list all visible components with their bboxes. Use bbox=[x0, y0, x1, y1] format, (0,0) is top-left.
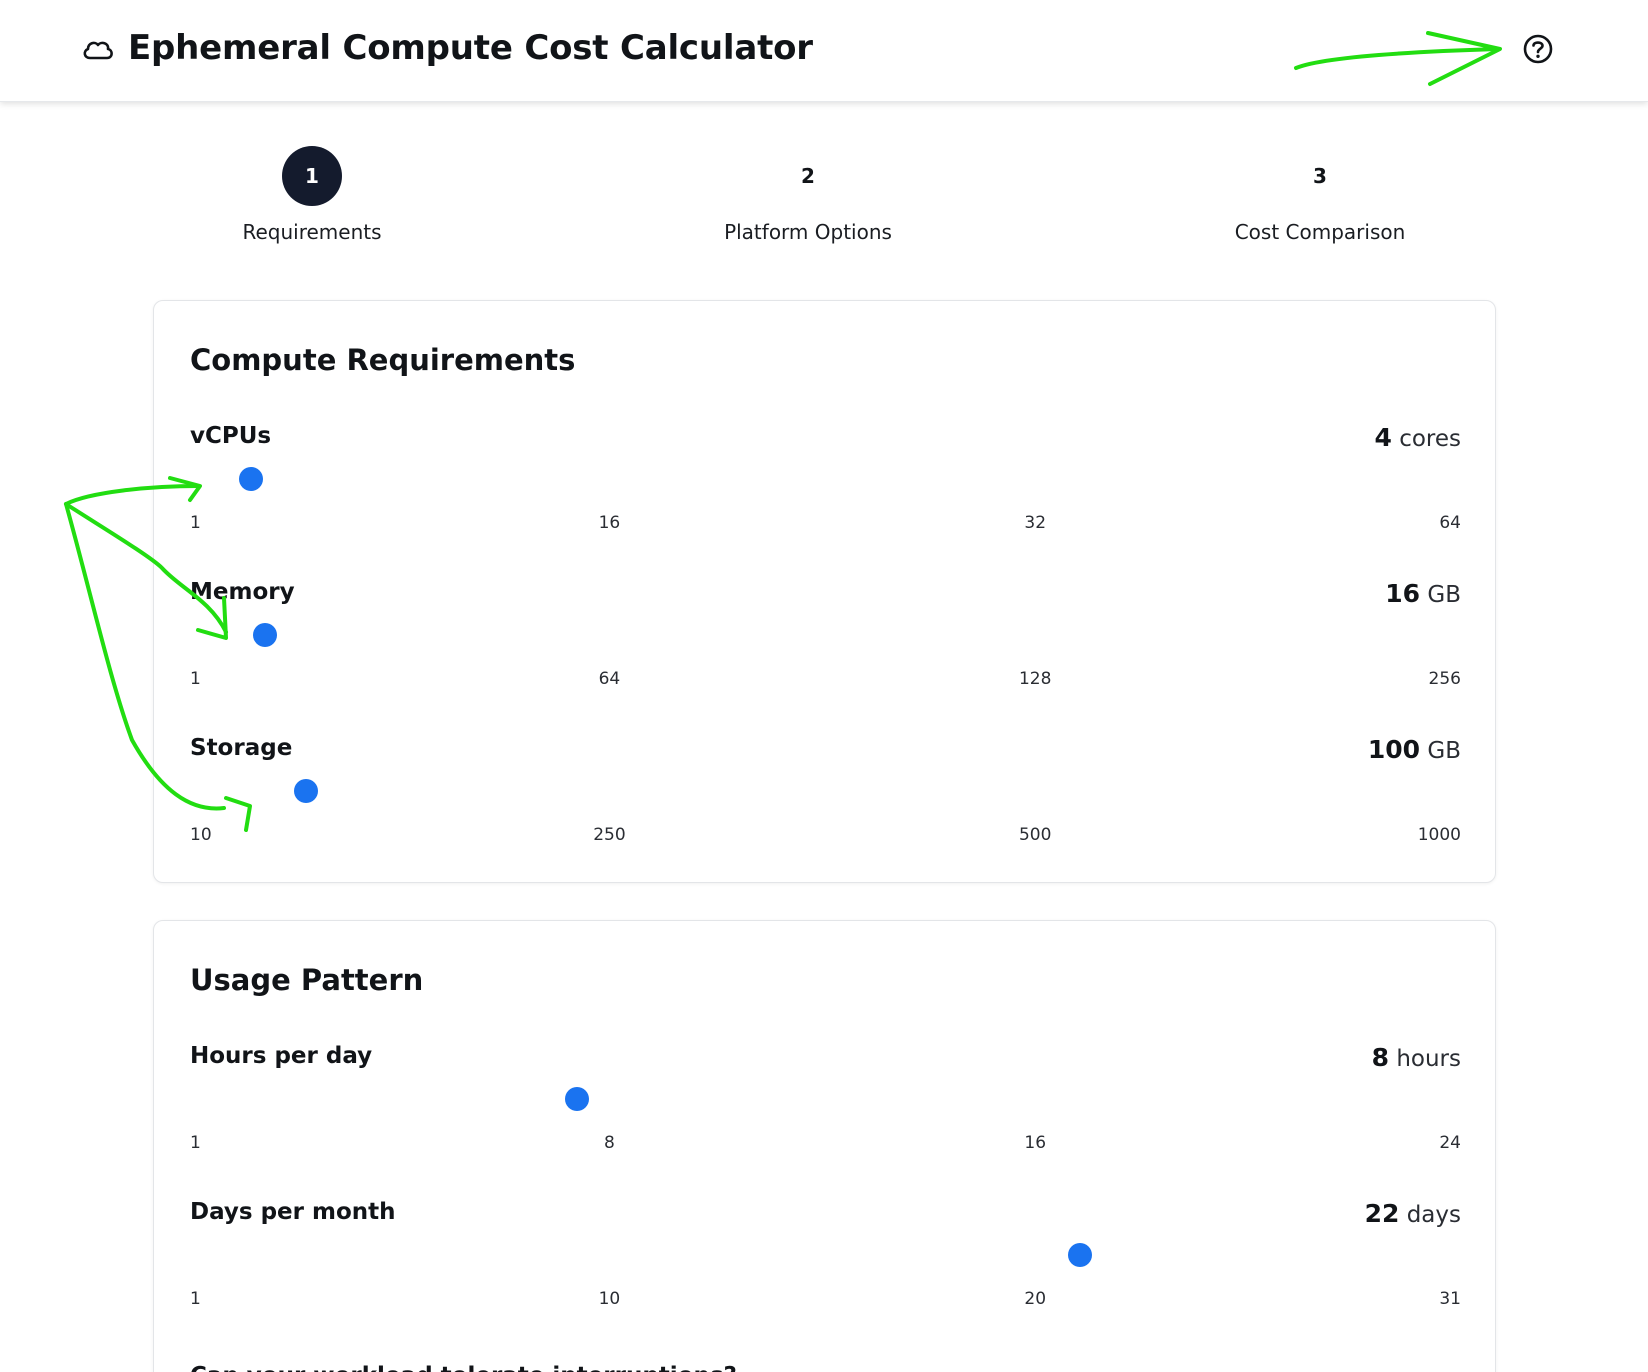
tick-label: 250 bbox=[593, 825, 626, 845]
step-number: 3 bbox=[1313, 164, 1327, 188]
app-title: Ephemeral Compute Cost Calculator bbox=[128, 28, 813, 68]
step-label: Cost Comparison bbox=[1234, 220, 1406, 244]
tick-label: 64 bbox=[1439, 513, 1461, 533]
tick-label: 20 bbox=[1024, 1289, 1047, 1309]
memory-slider-thumb[interactable] bbox=[252, 623, 277, 647]
tick-label: 1000 bbox=[1417, 825, 1461, 845]
compute-requirements-card: Compute Requirements vCPUs 4 cores 1 16 … bbox=[153, 300, 1496, 883]
step-requirements[interactable]: 1 Requirements bbox=[182, 146, 442, 244]
cloud-icon bbox=[83, 41, 113, 60]
storage-slider-thumb[interactable] bbox=[293, 779, 318, 803]
tick-label: 8 bbox=[604, 1133, 615, 1153]
hours-slider-track[interactable] bbox=[190, 1099, 1461, 1107]
value-unit: days bbox=[1406, 1202, 1461, 1228]
storage-field: Storage 100 GB 10 250 500 1000 bbox=[190, 735, 1461, 865]
field-value: 4 cores bbox=[1374, 423, 1461, 452]
tick-label: 256 bbox=[1428, 669, 1461, 689]
field-label: vCPUs bbox=[190, 423, 272, 449]
vcpus-slider-thumb[interactable] bbox=[238, 467, 263, 491]
memory-field: Memory 16 GB 1 64 128 256 bbox=[190, 579, 1461, 709]
card-title: Compute Requirements bbox=[190, 343, 576, 377]
value-number: 8 bbox=[1371, 1043, 1390, 1072]
value-unit: GB bbox=[1427, 738, 1461, 764]
tick-label: 31 bbox=[1439, 1289, 1461, 1309]
tick-label: 24 bbox=[1439, 1133, 1461, 1153]
tick-label: 128 bbox=[1018, 669, 1052, 689]
value-number: 16 bbox=[1385, 579, 1421, 608]
step-platform-options[interactable]: 2 Platform Options bbox=[678, 146, 938, 244]
step-label: Platform Options bbox=[724, 220, 892, 244]
value-number: 100 bbox=[1367, 735, 1421, 764]
tick-label: 1 bbox=[190, 1133, 201, 1153]
progress-stepper: 1 Requirements 2 Platform Options 3 Cost… bbox=[0, 146, 1648, 256]
tick-label: 10 bbox=[190, 825, 212, 845]
step-number: 1 bbox=[282, 146, 342, 206]
vcpus-slider-track[interactable] bbox=[190, 479, 1461, 487]
value-unit: hours bbox=[1396, 1046, 1461, 1072]
tick-label: 16 bbox=[598, 513, 621, 533]
step-cost-comparison[interactable]: 3 Cost Comparison bbox=[1190, 146, 1450, 244]
days-per-month-field: Days per month 22 days 1 10 20 31 bbox=[190, 1199, 1461, 1329]
app-header: Ephemeral Compute Cost Calculator bbox=[0, 0, 1648, 102]
storage-slider-track[interactable] bbox=[190, 791, 1461, 799]
tick-label: 500 bbox=[1018, 825, 1052, 845]
field-value: 8 hours bbox=[1372, 1043, 1461, 1072]
hours-per-day-field: Hours per day 8 hours 1 8 16 24 bbox=[190, 1043, 1461, 1173]
hours-slider-thumb[interactable] bbox=[564, 1087, 589, 1111]
step-label: Requirements bbox=[242, 220, 382, 244]
days-slider-thumb[interactable] bbox=[1067, 1243, 1092, 1267]
vcpus-field: vCPUs 4 cores 1 16 32 64 bbox=[190, 423, 1461, 553]
value-number: 22 bbox=[1364, 1199, 1400, 1228]
memory-slider-track[interactable] bbox=[190, 635, 1461, 643]
field-value: 22 days bbox=[1365, 1199, 1461, 1228]
field-label: Storage bbox=[190, 735, 293, 761]
card-title: Usage Pattern bbox=[190, 963, 424, 997]
value-unit: GB bbox=[1427, 582, 1461, 608]
step-number: 2 bbox=[801, 164, 815, 188]
field-label: Memory bbox=[190, 579, 295, 605]
field-label: Days per month bbox=[190, 1199, 396, 1225]
tick-label: 1 bbox=[190, 1289, 201, 1309]
tick-label: 10 bbox=[598, 1289, 621, 1309]
field-value: 16 GB bbox=[1385, 579, 1461, 608]
help-circle-icon[interactable] bbox=[1522, 33, 1554, 65]
value-number: 4 bbox=[1374, 423, 1392, 452]
usage-pattern-card: Usage Pattern Hours per day 8 hours 1 8 … bbox=[153, 920, 1496, 1372]
tick-label: 16 bbox=[1024, 1133, 1047, 1153]
tick-label: 1 bbox=[190, 513, 201, 533]
interruptions-question: Can your workload tolerate interruptions… bbox=[190, 1363, 737, 1372]
tick-label: 1 bbox=[190, 669, 201, 689]
value-unit: cores bbox=[1399, 426, 1461, 452]
field-value: 100 GB bbox=[1368, 735, 1461, 764]
days-slider-track[interactable] bbox=[190, 1255, 1461, 1263]
tick-label: 64 bbox=[598, 669, 621, 689]
field-label: Hours per day bbox=[190, 1043, 373, 1069]
tick-label: 32 bbox=[1024, 513, 1047, 533]
